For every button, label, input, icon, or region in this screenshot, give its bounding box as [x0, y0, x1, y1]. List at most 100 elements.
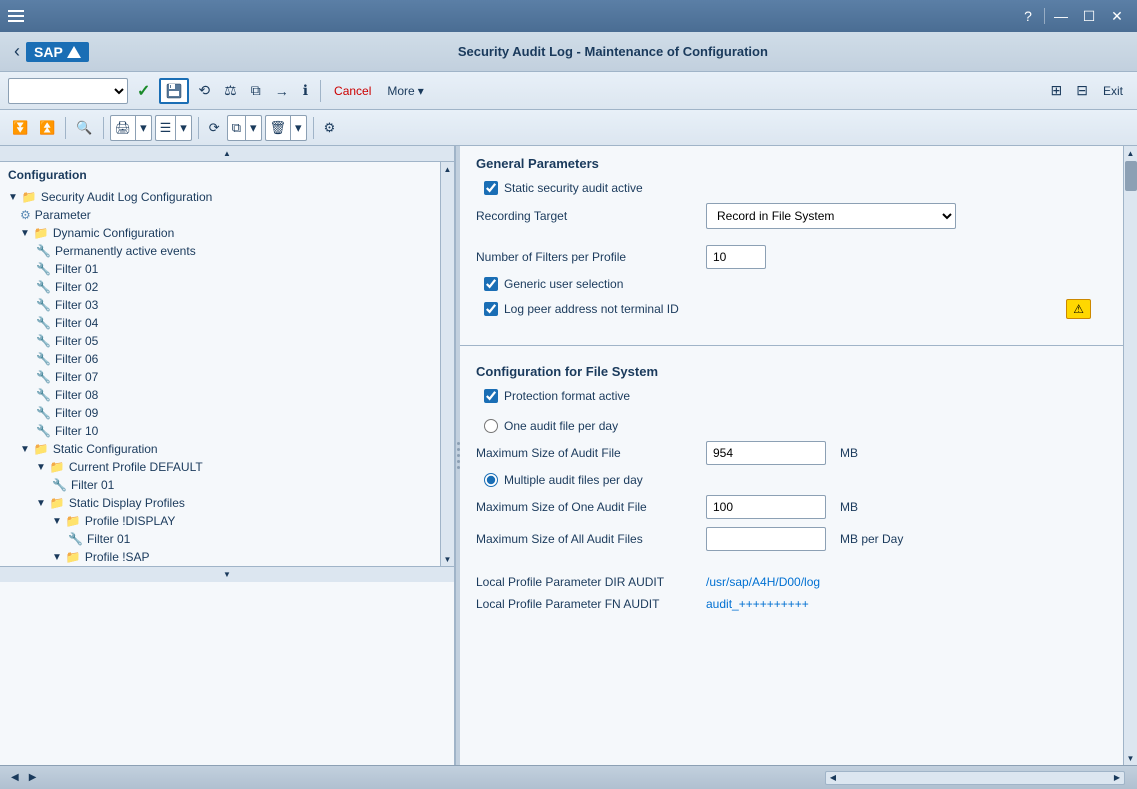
toggle-static[interactable]: ▼ — [20, 444, 30, 455]
form-scroll-track — [1124, 160, 1137, 751]
tree-item-filter-10[interactable]: 🔧 Filter 10 — [0, 422, 440, 440]
num-filters-input[interactable] — [706, 245, 766, 269]
tree-item-filter-02[interactable]: 🔧 Filter 02 — [0, 278, 440, 296]
tree-item-filter-01c[interactable]: 🔧 Filter 01 — [0, 530, 440, 548]
title-bar: ? — ☐ ✕ — [0, 0, 1137, 32]
recording-target-row: Recording Target Record in File System R… — [476, 203, 1107, 229]
folder-icon-2: 📁 — [34, 226, 49, 240]
status-nav-left[interactable]: ◀ — [8, 771, 22, 784]
toggle-sal-config[interactable]: ▼ — [8, 192, 18, 203]
balance-button[interactable]: ⚖ — [219, 78, 242, 104]
back-button[interactable]: ‹ — [8, 39, 26, 64]
tree-item-filter-05[interactable]: 🔧 Filter 05 — [0, 332, 440, 350]
expand-all-btn[interactable]: ⏬ — [8, 115, 32, 141]
tree-panel-inner: Configuration ▼ 📁 Security Audit Log Con… — [0, 162, 454, 566]
help-btn[interactable]: ? — [1016, 6, 1040, 26]
toggle-dynamic[interactable]: ▼ — [20, 228, 30, 239]
print-arrow-btn[interactable]: ▾ — [136, 116, 151, 140]
save-button[interactable] — [159, 78, 189, 104]
form-vscroll-down[interactable]: ▼ — [1124, 751, 1137, 765]
tree-refresh-btn[interactable]: ⟳ — [205, 115, 224, 141]
multiple-audit-row: Multiple audit files per day — [476, 473, 1107, 487]
sub-separator-3 — [198, 117, 199, 139]
form-hscroll-right[interactable]: ▶ — [1110, 773, 1124, 782]
cancel-button[interactable]: Cancel — [328, 78, 377, 104]
form-scrollbar: ▲ ▼ — [1123, 146, 1137, 765]
print-btn[interactable]: 🖨 — [111, 116, 137, 140]
settings-btn[interactable]: ⚙ — [320, 115, 340, 141]
max-size-audit-input[interactable] — [706, 441, 826, 465]
refresh-button[interactable]: ⟲ — [193, 78, 215, 104]
multiple-audit-label: Multiple audit files per day — [504, 473, 643, 487]
tree-item-perm-events[interactable]: 🔧 Permanently active events — [0, 242, 440, 260]
delete-arrow-btn[interactable]: ▾ — [291, 116, 306, 140]
print-group: 🖨 ▾ — [110, 115, 152, 141]
tree-item-static-display[interactable]: ▼ 📁 Static Display Profiles — [0, 494, 440, 512]
tree-item-dynamic-config[interactable]: ▼ 📁 Dynamic Configuration — [0, 224, 440, 242]
log-peer-label: Log peer address not terminal ID — [504, 302, 679, 316]
recording-target-select[interactable]: Record in File System Record in Database — [706, 203, 956, 229]
list-arrow-btn[interactable]: ▾ — [176, 116, 191, 140]
tree-item-profile-idisplay[interactable]: ▼ 📁 Profile !DISPLAY — [0, 512, 440, 530]
tree-item-filter-06[interactable]: 🔧 Filter 06 — [0, 350, 440, 368]
minimize-btn[interactable]: — — [1049, 6, 1073, 26]
hamburger-menu[interactable] — [8, 10, 24, 22]
log-peer-checkbox[interactable] — [484, 302, 498, 316]
tree-item-filter-01a[interactable]: 🔧 Filter 01 — [0, 260, 440, 278]
tree-item-static-config[interactable]: ▼ 📁 Static Configuration — [0, 440, 440, 458]
copy2-arrow-btn[interactable]: ▾ — [246, 116, 261, 140]
static-audit-checkbox[interactable] — [484, 181, 498, 195]
check-button[interactable]: ✓ — [132, 78, 155, 104]
tree-item-filter-08[interactable]: 🔧 Filter 08 — [0, 386, 440, 404]
multiple-audit-radio[interactable] — [484, 473, 498, 487]
toggle-current[interactable]: ▼ — [36, 462, 46, 473]
tree-item-filter-01b[interactable]: 🔧 Filter 01 — [0, 476, 440, 494]
tree-item-filter-07[interactable]: 🔧 Filter 07 — [0, 368, 440, 386]
tree-scroll-down-btn[interactable]: ▼ — [223, 570, 231, 579]
tree-vscroll-up[interactable]: ▲ — [441, 162, 454, 176]
tree-vscroll-down[interactable]: ▼ — [441, 552, 454, 566]
tree-item-filter-09[interactable]: 🔧 Filter 09 — [0, 404, 440, 422]
tree-item-profile-isap[interactable]: ▼ 📁 Profile !SAP — [0, 548, 440, 566]
main-content: ▲ Configuration ▼ 📁 Security Audit Log C… — [0, 146, 1137, 765]
tree-item-filter-03[interactable]: 🔧 Filter 03 — [0, 296, 440, 314]
close-btn[interactable]: ✕ — [1105, 6, 1129, 26]
generic-user-checkbox[interactable] — [484, 277, 498, 291]
form-hscroll-left[interactable]: ◀ — [826, 773, 840, 782]
current-profile-label: Current Profile DEFAULT — [69, 460, 203, 474]
delete-btn[interactable]: 🗑 — [266, 116, 292, 140]
copy2-btn[interactable]: ⧉ — [228, 116, 246, 140]
maximize-btn[interactable]: ☐ — [1077, 6, 1101, 26]
warning-button[interactable]: ⚠ — [1066, 299, 1091, 319]
layout2-button[interactable]: ⊟ — [1071, 78, 1093, 104]
toggle-idisplay[interactable]: ▼ — [52, 516, 62, 527]
copy-button[interactable]: ⧉ — [246, 78, 266, 104]
tree-item-filter-04[interactable]: 🔧 Filter 04 — [0, 314, 440, 332]
tree-scroll-up-btn[interactable]: ▲ — [223, 149, 231, 158]
tree-item-current-profile[interactable]: ▼ 📁 Current Profile DEFAULT — [0, 458, 440, 476]
search-btn[interactable]: 🔍 — [72, 115, 96, 141]
form-scroll-thumb[interactable] — [1125, 161, 1137, 191]
local-param-dir-row: Local Profile Parameter DIR AUDIT /usr/s… — [476, 575, 1107, 589]
max-one-audit-input[interactable] — [706, 495, 826, 519]
tree-item-sal-config[interactable]: ▼ 📁 Security Audit Log Configuration — [0, 188, 440, 206]
local-param-dir-value[interactable]: /usr/sap/A4H/D00/log — [706, 575, 820, 589]
arrow-button[interactable]: → — [270, 78, 294, 104]
status-nav-right[interactable]: ▶ — [26, 771, 40, 784]
max-all-audit-input[interactable] — [706, 527, 826, 551]
collapse-all-btn[interactable]: ⏫ — [35, 115, 59, 141]
more-button[interactable]: More ▾ — [381, 78, 429, 104]
protection-checkbox[interactable] — [484, 389, 498, 403]
local-param-fn-value[interactable]: audit_++++++++++ — [706, 597, 809, 611]
toggle-isap[interactable]: ▼ — [52, 552, 62, 563]
exit-button[interactable]: Exit — [1097, 78, 1129, 104]
info-button[interactable]: ℹ — [298, 78, 313, 104]
form-vscroll-up[interactable]: ▲ — [1124, 146, 1137, 160]
local-param-fn-label: Local Profile Parameter FN AUDIT — [476, 597, 696, 611]
one-audit-radio[interactable] — [484, 419, 498, 433]
tree-item-parameter[interactable]: ⚙ Parameter — [0, 206, 440, 224]
toggle-static-display[interactable]: ▼ — [36, 498, 46, 509]
list-btn[interactable]: ☰ — [156, 116, 177, 140]
toolbar-dropdown[interactable] — [8, 78, 128, 104]
layout1-button[interactable]: ⊞ — [1046, 78, 1068, 104]
